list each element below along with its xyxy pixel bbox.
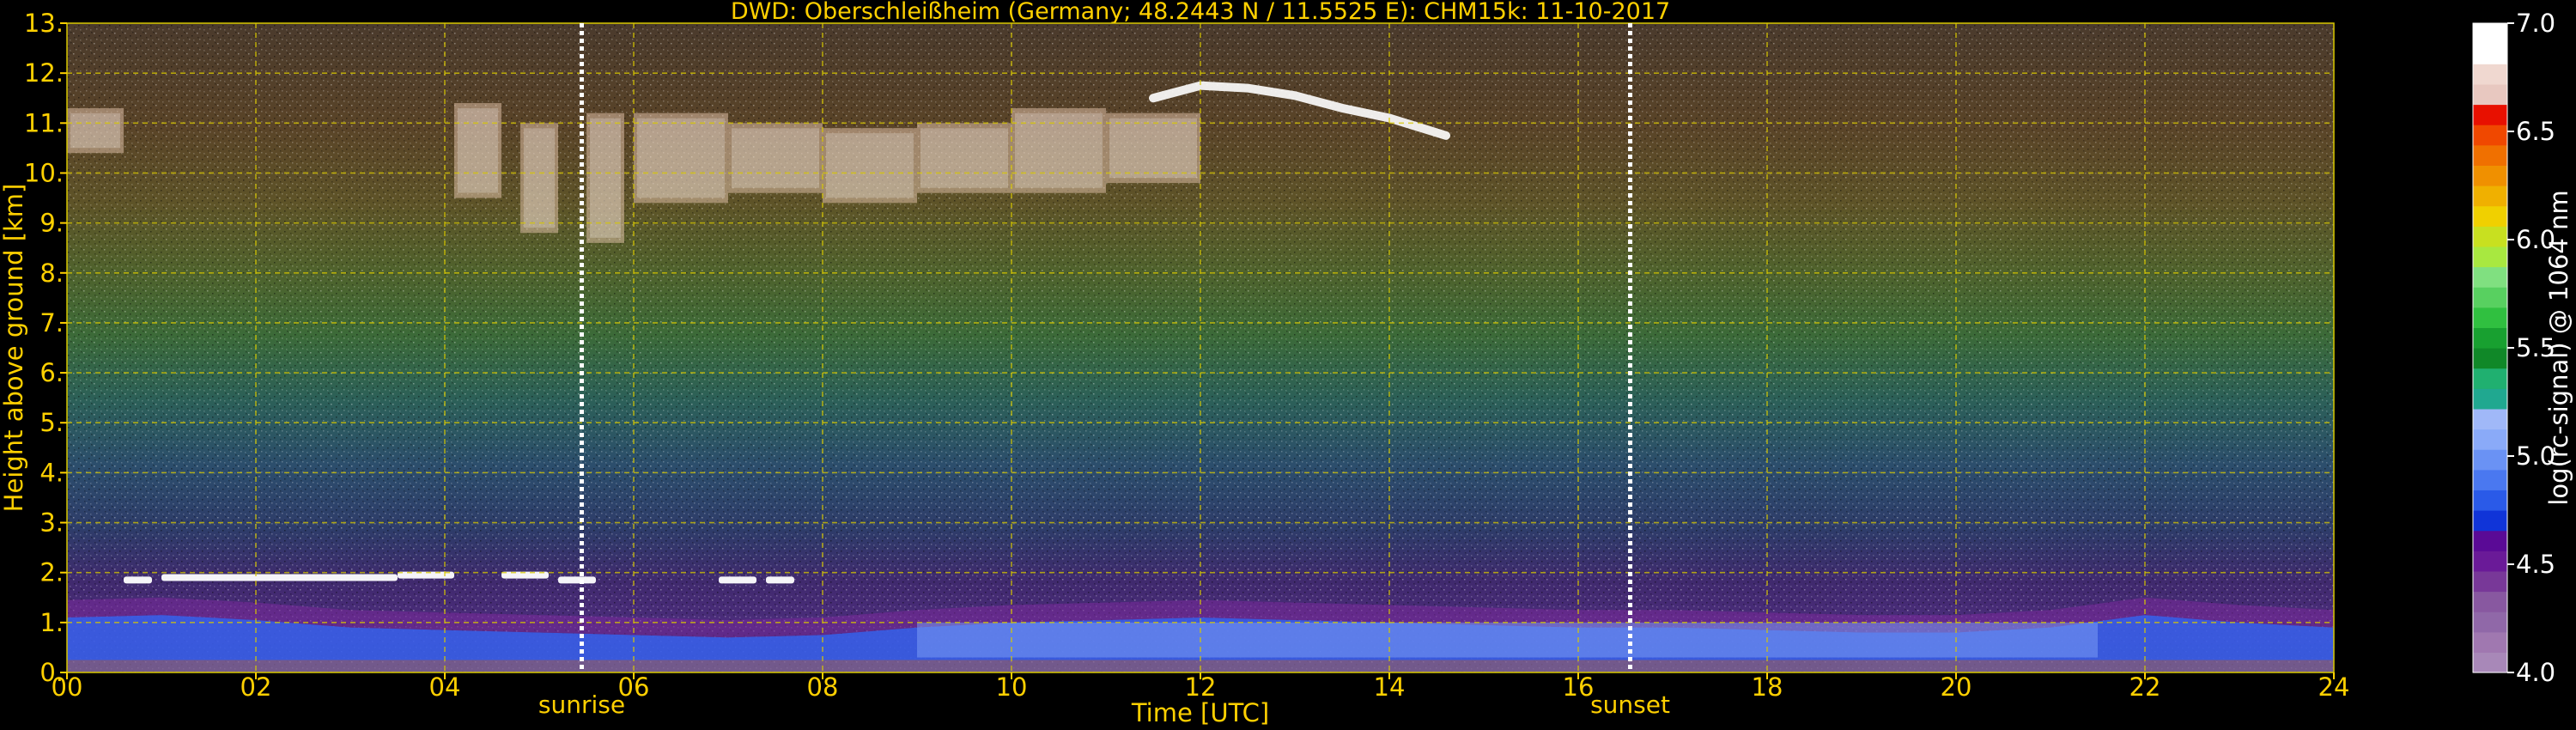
event-label-sunset: sunset [1590, 690, 1670, 719]
y-tick-label: 1. [39, 608, 64, 637]
colorbar-tick-label: 7.0 [2516, 9, 2555, 38]
y-tick-label: 4. [39, 458, 64, 487]
colorbar-swatch [2473, 469, 2507, 490]
colorbar-swatch [2473, 287, 2507, 308]
cirrus-core-5 [732, 128, 819, 188]
cirrus-core-4 [637, 118, 725, 198]
x-tick-label: 08 [807, 672, 839, 702]
colorbar-swatch [2473, 83, 2507, 106]
cirrus-core-0 [70, 113, 120, 149]
x-tick-label: 18 [1752, 672, 1783, 702]
ceilometer-chart: DWD: Oberschleißheim (Germany; 48.2443 N… [0, 0, 2573, 727]
colorbar-label: log(rc-signal) @ 1064 nm [2544, 190, 2573, 505]
y-tick-label: 9. [39, 209, 64, 238]
colorbar-tick-label: 4.5 [2516, 550, 2555, 579]
x-tick-label: 10 [996, 672, 1028, 702]
y-tick-label: 2. [39, 558, 64, 587]
y-tick-label: 8. [39, 259, 64, 288]
low-cloud-0 [124, 576, 152, 584]
colorbar-swatch [2473, 591, 2507, 612]
colorbar-swatch [2473, 307, 2507, 328]
colorbar-swatch [2473, 23, 2507, 45]
colorbar-swatch [2473, 43, 2507, 64]
y-tick-label: 5. [39, 408, 64, 437]
colorbar-swatch [2473, 611, 2507, 633]
colorbar-swatch [2473, 368, 2507, 389]
cirrus-core-3 [590, 118, 621, 238]
low-cloud-4 [558, 576, 596, 584]
colorbar-tick-label: 6.5 [2516, 117, 2555, 146]
cirrus-core-1 [458, 108, 498, 193]
low-cloud-5 [719, 576, 756, 584]
x-tick-label: 06 [618, 672, 650, 702]
x-tick-label: 24 [2318, 672, 2350, 702]
colorbar-swatch [2473, 246, 2507, 268]
y-tick-label: 7. [39, 308, 64, 338]
y-tick-label: 6. [39, 358, 64, 387]
colorbar-swatch [2473, 64, 2507, 85]
colorbar-swatch [2473, 104, 2507, 125]
x-axis-label: Time [UTC] [1131, 698, 1269, 727]
y-axis-label: Height above ground [km] [0, 184, 28, 513]
y-tick-label: 3. [39, 508, 64, 538]
colorbar-swatch [2473, 530, 2507, 551]
boundary-layer-core [917, 622, 2098, 658]
colorbar-swatch [2473, 388, 2507, 410]
cirrus-core-9 [1109, 118, 1197, 179]
plot-area: sunrise sunset [66, 22, 2335, 719]
x-tick-label: 22 [2129, 672, 2161, 702]
colorbar-swatch [2473, 266, 2507, 288]
colorbar-swatch [2473, 551, 2507, 572]
colorbar-swatch [2473, 327, 2507, 349]
colorbar-swatch [2473, 510, 2507, 532]
colorbar-swatch [2473, 186, 2507, 207]
cirrus-core-7 [920, 128, 1008, 188]
colorbar-swatch [2473, 490, 2507, 511]
colorbar-swatch [2473, 125, 2507, 146]
cirrus-core-6 [826, 133, 914, 198]
cirrus-core-8 [1015, 113, 1103, 188]
y-tick-label: 13. [24, 9, 64, 38]
colorbar-swatch [2473, 429, 2507, 450]
x-tick-label: 02 [240, 672, 272, 702]
colorbar-swatch [2473, 205, 2507, 227]
colorbar-swatch [2473, 408, 2507, 430]
y-axis: 0.1.2.3.4.5.6.7.8.9.10.11.12.13. [24, 9, 67, 687]
x-tick-label: 20 [1941, 672, 1972, 702]
low-cloud-1 [161, 574, 398, 581]
colorbar-swatch [2473, 631, 2507, 653]
colorbar-swatch [2473, 144, 2507, 166]
colorbar: 4.04.55.05.56.06.57.0 [2472, 9, 2555, 687]
chart-title: DWD: Oberschleißheim (Germany; 48.2443 N… [731, 0, 1670, 25]
colorbar-swatch [2473, 226, 2507, 247]
y-tick-label: 11. [24, 108, 64, 137]
colorbar-swatch [2473, 652, 2507, 673]
x-tick-label: 16 [1563, 672, 1595, 702]
x-tick-label: 12 [1185, 672, 1217, 702]
colorbar-swatch [2473, 449, 2507, 471]
x-tick-label: 04 [429, 672, 461, 702]
y-tick-label: 10. [24, 158, 64, 187]
x-tick-label: 00 [52, 672, 83, 702]
cirrus-core-2 [524, 128, 555, 228]
colorbar-swatch [2473, 570, 2507, 593]
colorbar-swatch [2473, 348, 2507, 369]
x-axis: 00 02 04 06 08 10 12 14 16 18 20 22 24 [52, 672, 2350, 702]
colorbar-swatch [2473, 165, 2507, 186]
colorbar-tick-label: 4.0 [2516, 658, 2555, 687]
low-cloud-6 [766, 576, 794, 584]
event-label-sunrise: sunrise [538, 690, 625, 719]
y-tick-label: 12. [24, 58, 64, 88]
x-tick-label: 14 [1374, 672, 1406, 702]
